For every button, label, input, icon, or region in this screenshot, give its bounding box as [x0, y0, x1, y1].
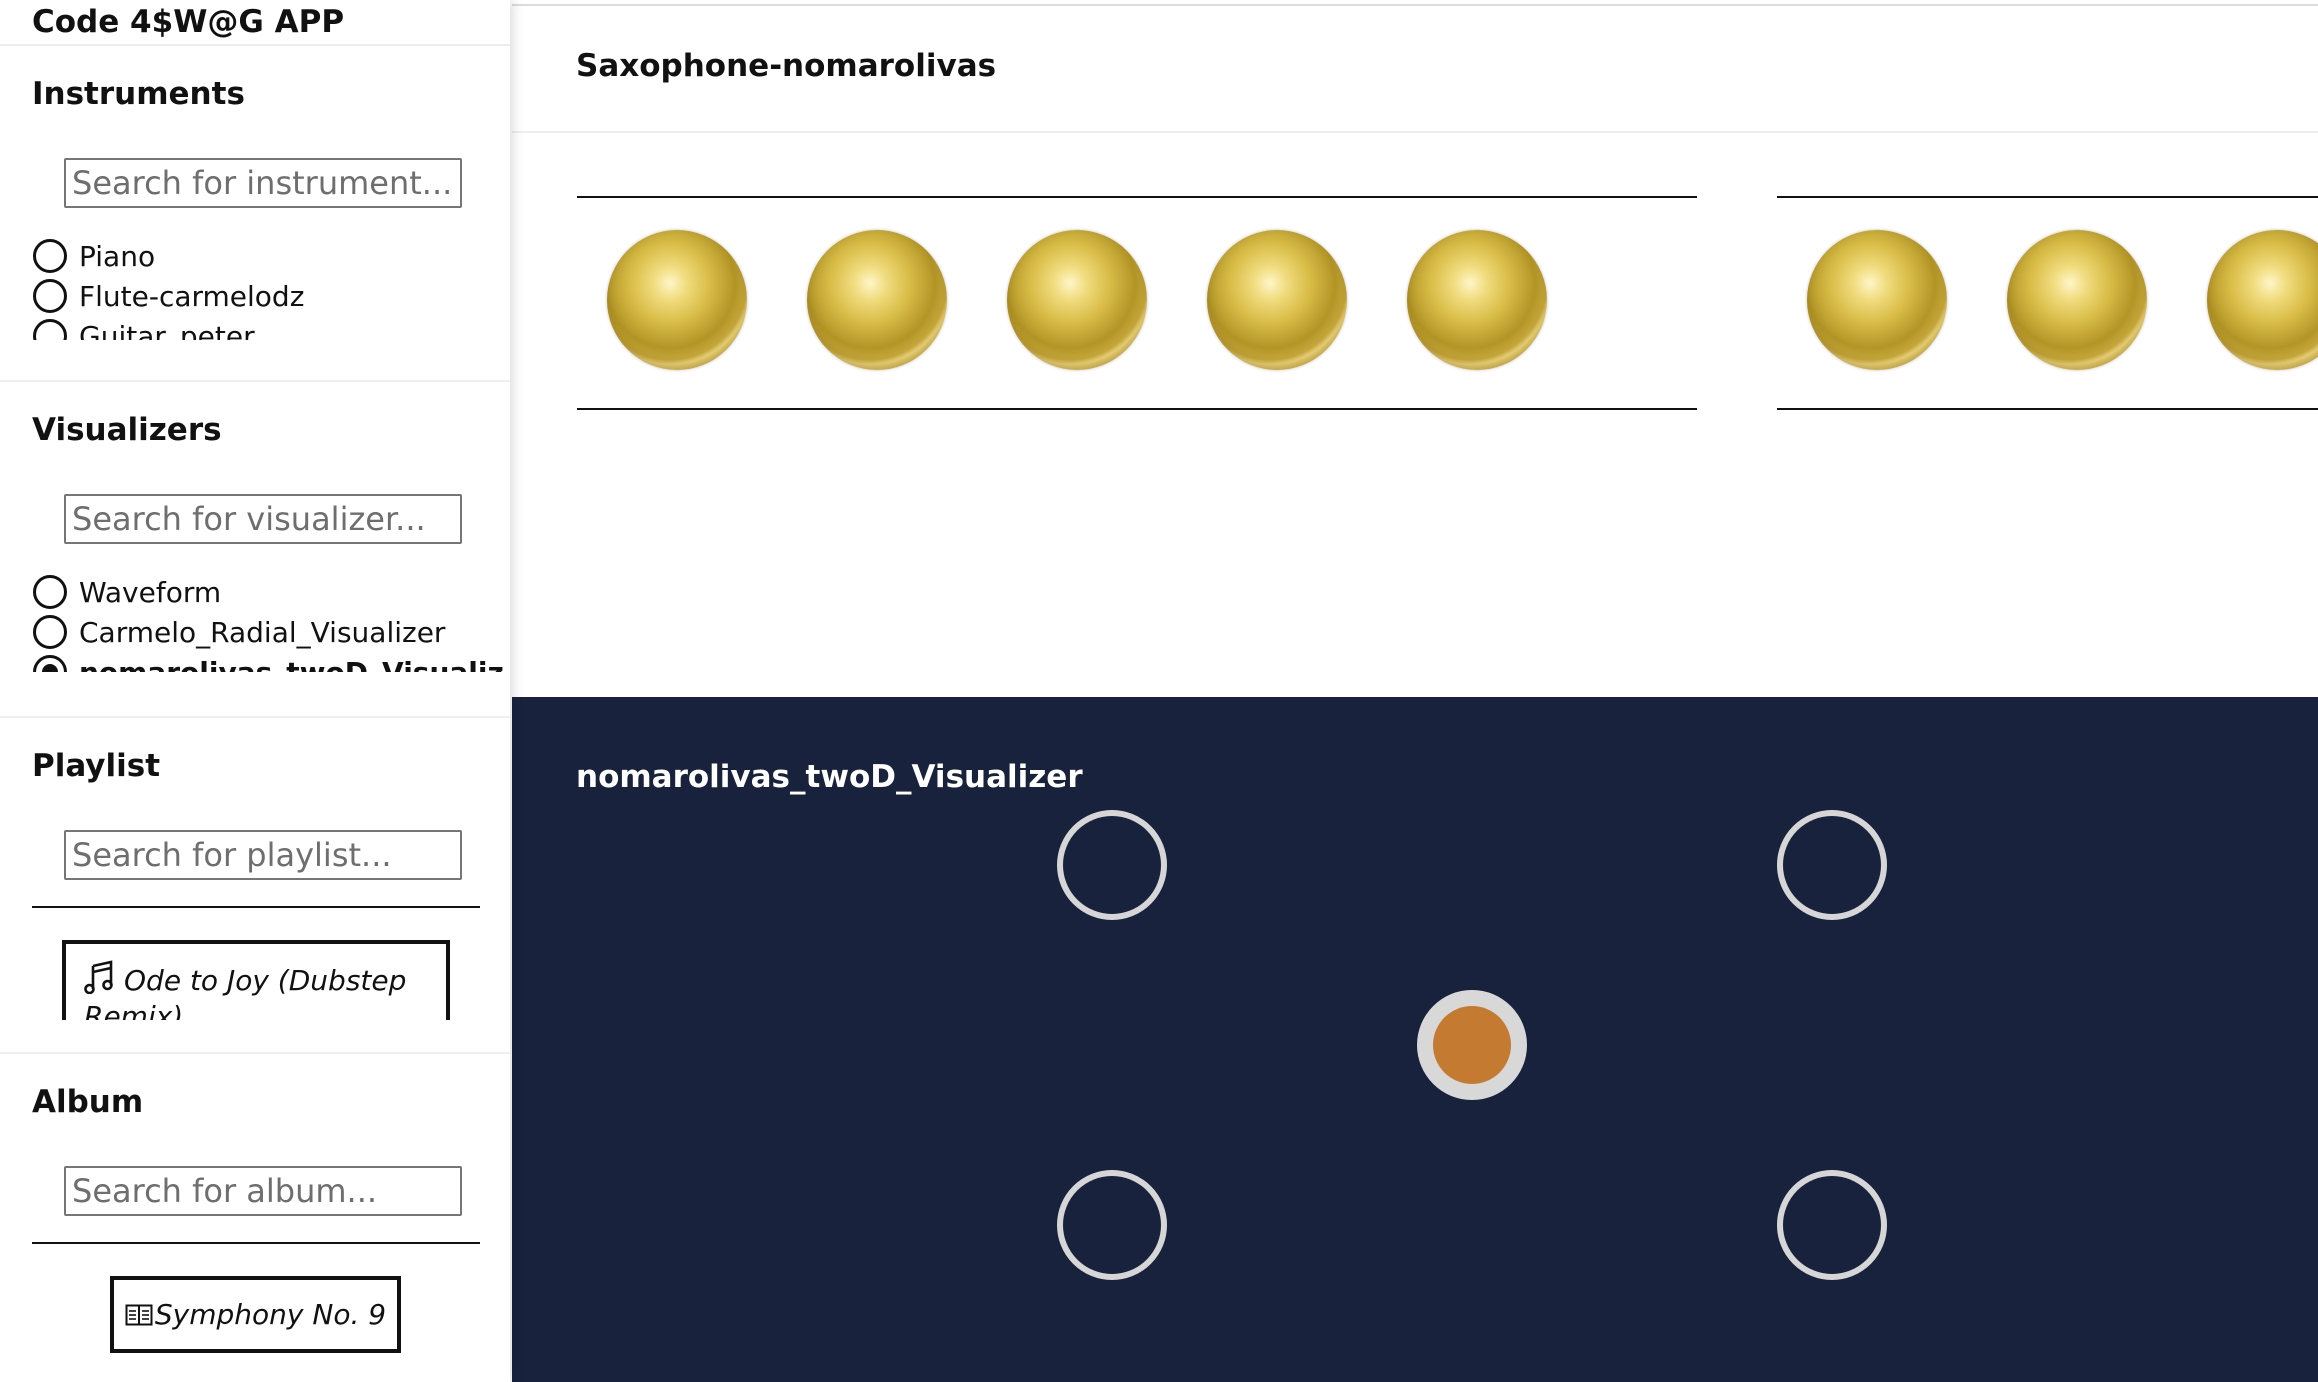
main-panel: Saxophone-nomarolivas nomarolivas_twoD_V…: [512, 0, 2318, 1382]
instrument-option-guitar[interactable]: Guitar_peter: [33, 316, 503, 340]
key-group-1: [577, 196, 1697, 410]
radio-button[interactable]: [33, 279, 67, 313]
instrument-title: Saxophone-nomarolivas: [576, 48, 997, 84]
visualizer-panel: nomarolivas_twoD_Visualizer: [512, 697, 2318, 1382]
instrument-option-label: Guitar_peter: [79, 319, 255, 341]
visualizer-option-label: Carmelo_Radial_Visualizer: [79, 615, 446, 649]
radio-button-selected[interactable]: [33, 655, 67, 672]
song-title: Ode to Joy (Dubstep Remix): [84, 964, 407, 1020]
music-note-icon: [84, 960, 113, 994]
sax-key[interactable]: [2007, 230, 2147, 370]
radio-button[interactable]: [33, 575, 67, 609]
visualizer-option-twod[interactable]: nomarolivas_twoD_Visualizer: [33, 652, 503, 672]
album-search-input[interactable]: [64, 1166, 462, 1216]
visualizer-center-dot: [1433, 1006, 1511, 1084]
visualizers-heading: Visualizers: [32, 412, 222, 448]
radio-button[interactable]: [33, 239, 67, 273]
visualizer-search-input[interactable]: [64, 494, 462, 544]
key-group-2: [1777, 196, 2318, 410]
album-icon: [125, 1304, 153, 1325]
playlist-divider: [32, 906, 480, 908]
sax-key[interactable]: [2207, 230, 2318, 370]
sax-key[interactable]: [1407, 230, 1547, 370]
instrument-divider: [512, 131, 2318, 133]
visualizer-option-label: Waveform: [79, 575, 222, 609]
visualizer-ring-bottom-left: [1057, 1170, 1167, 1280]
instrument-search-input[interactable]: [64, 158, 462, 208]
playlist-song-card[interactable]: Ode to Joy (Dubstep Remix): [62, 940, 450, 1020]
instruments-section: Instruments Piano Flute-carmelodz Guitar…: [0, 46, 510, 380]
album-divider: [32, 1242, 480, 1244]
sidebar: Code 4$W@G APP Instruments Piano Flute-c…: [0, 0, 510, 1382]
sax-key[interactable]: [607, 230, 747, 370]
playlist-search-input[interactable]: [64, 830, 462, 880]
album-title: Symphony No. 9: [154, 1298, 387, 1331]
instrument-option-flute[interactable]: Flute-carmelodz: [33, 276, 503, 316]
visualizer-option-label: nomarolivas_twoD_Visualizer: [79, 655, 503, 673]
visualizer-center-node: [1417, 990, 1527, 1100]
visualizer-option-radial[interactable]: Carmelo_Radial_Visualizer: [33, 612, 503, 652]
album-heading: Album: [32, 1084, 144, 1120]
app-title: Code 4$W@G APP: [32, 4, 345, 40]
visualizers-section: Visualizers Waveform Carmelo_Radial_Visu…: [0, 382, 510, 716]
playlist-heading: Playlist: [32, 748, 161, 784]
sax-key[interactable]: [1007, 230, 1147, 370]
instruments-heading: Instruments: [32, 76, 245, 112]
instrument-option-label: Piano: [79, 239, 156, 273]
sax-key[interactable]: [807, 230, 947, 370]
sax-key[interactable]: [1207, 230, 1347, 370]
album-card[interactable]: Symphony No. 9: [110, 1276, 401, 1353]
visualizer-list: Waveform Carmelo_Radial_Visualizer nomar…: [33, 572, 503, 672]
visualizer-ring-bottom-right: [1777, 1170, 1887, 1280]
instrument-option-label: Flute-carmelodz: [79, 279, 305, 313]
visualizer-ring-top-left: [1057, 810, 1167, 920]
visualizer-ring-top-right: [1777, 810, 1887, 920]
top-divider: [512, 4, 2318, 6]
instrument-list: Piano Flute-carmelodz Guitar_peter: [33, 236, 503, 340]
visualizer-title: nomarolivas_twoD_Visualizer: [576, 759, 1083, 795]
visualizer-option-waveform[interactable]: Waveform: [33, 572, 503, 612]
instrument-option-piano[interactable]: Piano: [33, 236, 503, 276]
radio-button[interactable]: [33, 615, 67, 649]
sax-key[interactable]: [1807, 230, 1947, 370]
radio-button[interactable]: [33, 319, 67, 340]
